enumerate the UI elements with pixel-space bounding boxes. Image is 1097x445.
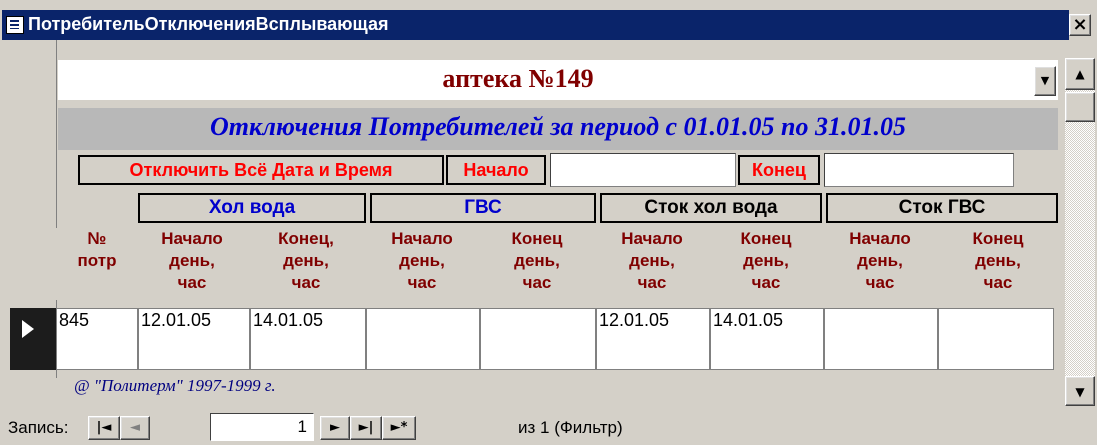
cell-colddrain-end[interactable]: 14.01.05: [710, 308, 824, 370]
cell-cold-end[interactable]: 14.01.05: [250, 308, 366, 370]
cell-hot-start[interactable]: [366, 308, 480, 370]
last-record-button[interactable]: ►|: [350, 416, 382, 440]
period-header: Отключения Потребителей за период с 01.0…: [58, 108, 1058, 150]
new-record-button[interactable]: ►*: [382, 416, 416, 440]
period-title: Отключения Потребителей за период с 01.0…: [209, 112, 906, 141]
end-label: Конец: [738, 155, 820, 185]
scroll-down-button[interactable]: ▼: [1065, 376, 1095, 406]
col-header-cold-start: Начало день, час: [140, 228, 244, 300]
cell-hotdrain-end[interactable]: [938, 308, 1054, 370]
col-header-colddrain-start: Начало день, час: [596, 228, 708, 300]
start-label: Начало: [446, 155, 546, 185]
col-header-hotdrain-start: Начало день, час: [824, 228, 936, 300]
consumer-name: аптека №149: [442, 64, 594, 93]
col-header-hot-end: Конец день, час: [480, 228, 594, 300]
cell-consumer-no[interactable]: 845: [56, 308, 138, 370]
window-title: ПотребительОтключенияВсплывающая: [28, 14, 389, 34]
end-input[interactable]: [824, 153, 1014, 187]
cell-cold-start[interactable]: 12.01.05: [138, 308, 250, 370]
close-button[interactable]: ×: [1069, 14, 1091, 36]
record-label: Запись:: [8, 418, 69, 437]
first-record-button[interactable]: |◄: [88, 416, 120, 440]
group-hot-water: ГВС: [370, 193, 596, 223]
cell-hotdrain-start[interactable]: [824, 308, 938, 370]
form-window: ПотребительОтключенияВсплывающая × аптек…: [0, 0, 1097, 445]
col-header-consumer-no: № потр: [56, 228, 138, 300]
prev-record-button[interactable]: ◄: [120, 416, 150, 440]
form-icon: [6, 16, 24, 34]
record-selector[interactable]: [10, 308, 56, 370]
title-bar[interactable]: ПотребительОтключенияВсплывающая: [2, 10, 1069, 40]
start-input[interactable]: [550, 153, 736, 187]
next-record-button[interactable]: ►: [320, 416, 350, 440]
group-cold-drain: Сток хол вода: [600, 193, 822, 223]
scroll-up-button[interactable]: ▲: [1065, 58, 1095, 90]
col-header-cold-end: Конец, день, час: [250, 228, 362, 300]
col-header-colddrain-end: Конец день, час: [710, 228, 822, 300]
combo-dropdown-button[interactable]: ▼: [1034, 66, 1056, 96]
current-record-input[interactable]: 1: [210, 413, 314, 441]
record-count-info: из 1 (Фильтр): [518, 418, 623, 437]
col-header-hotdrain-end: Конец день, час: [938, 228, 1058, 300]
scroll-thumb[interactable]: [1065, 92, 1095, 122]
copyright-text: @ "Политерм" 1997-1999 г.: [74, 376, 276, 395]
group-cold-water: Хол вода: [138, 193, 366, 223]
group-hot-drain: Сток ГВС: [826, 193, 1058, 223]
col-header-hot-start: Начало день, час: [366, 228, 478, 300]
consumer-name-combo[interactable]: аптека №149: [58, 60, 1058, 100]
disconnect-all-button[interactable]: Отключить Всё Дата и Время: [78, 155, 444, 185]
current-record-icon: [22, 320, 34, 338]
cell-colddrain-start[interactable]: 12.01.05: [596, 308, 710, 370]
cell-hot-end[interactable]: [480, 308, 596, 370]
